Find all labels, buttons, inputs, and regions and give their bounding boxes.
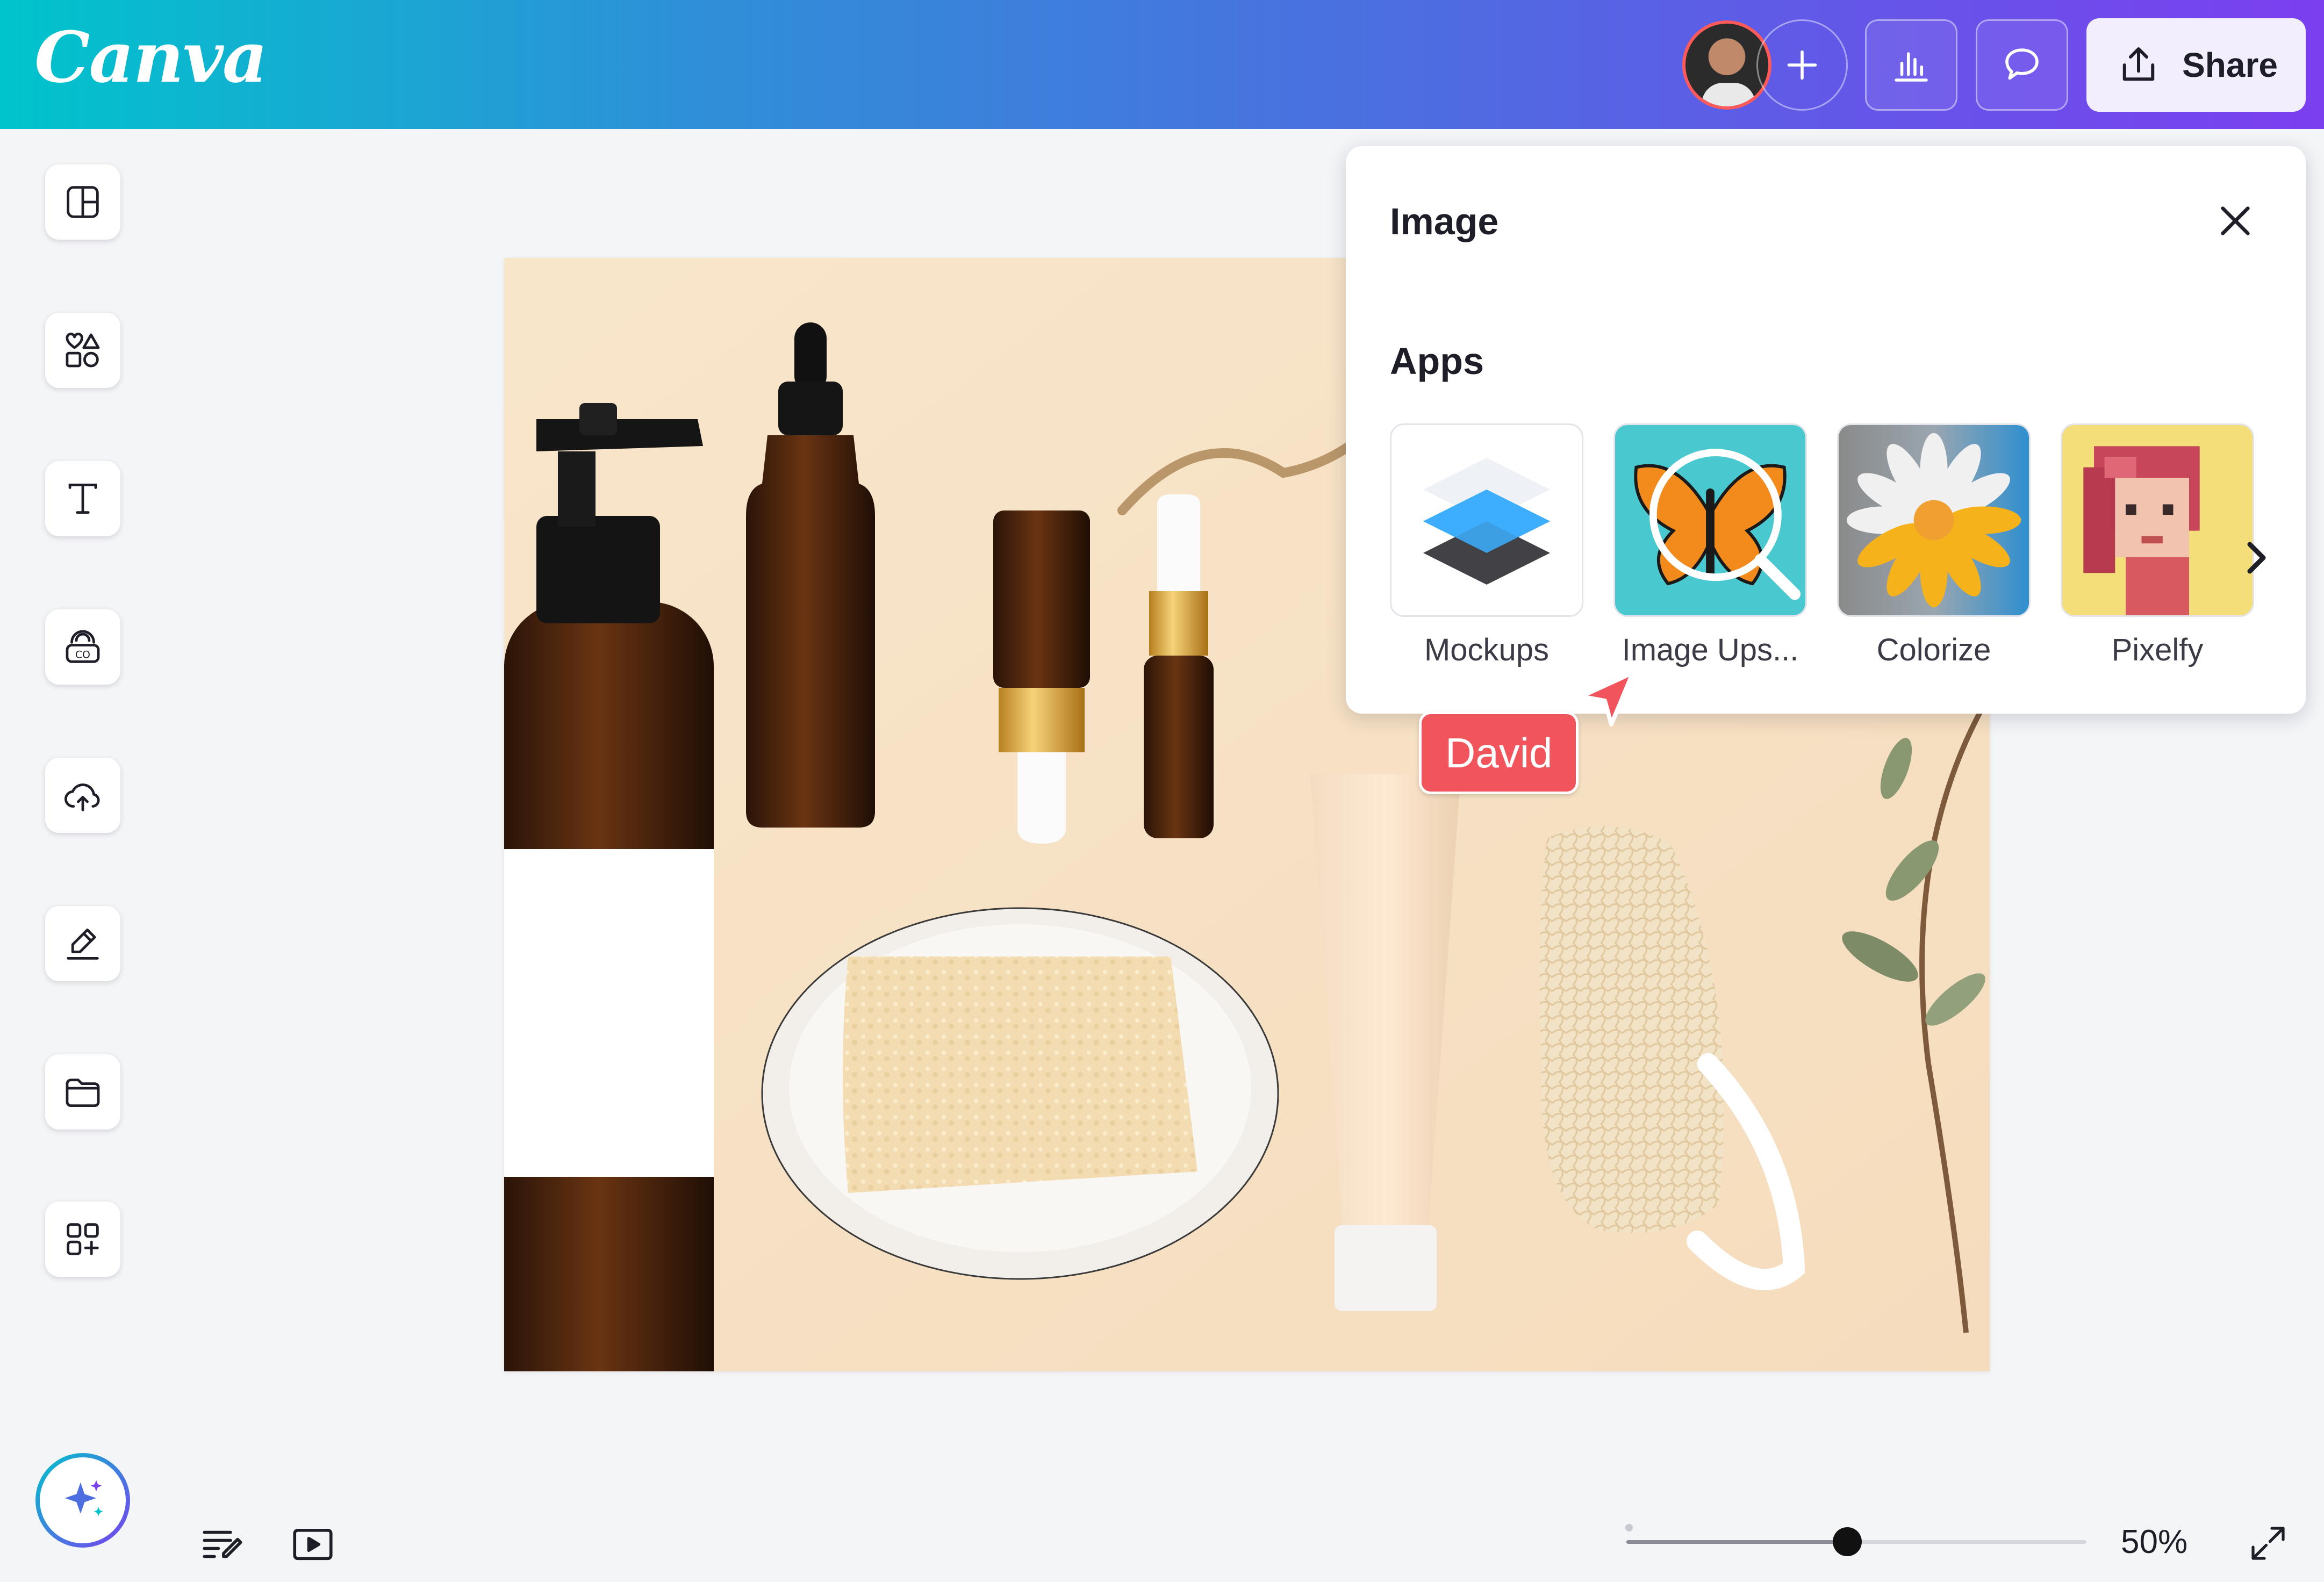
cloud-upload-icon [64,783,100,811]
colorize-app-icon [1837,423,2031,617]
top-bar: Canva Share [0,0,2324,129]
apps-section-heading: Apps [1390,340,1484,382]
comments-button[interactable] [1976,19,2068,111]
zoom-slider[interactable] [1625,1521,2086,1564]
insights-button[interactable] [1865,19,1957,111]
share-button[interactable]: Share [2086,18,2306,112]
notes-button[interactable] [196,1518,249,1571]
present-button[interactable] [286,1518,340,1571]
comment-icon [2005,48,2039,80]
apps-tool-button[interactable] [45,1202,120,1277]
next-apps-button[interactable] [2234,526,2277,590]
add-people-button[interactable] [1756,19,1848,111]
pixelfy-app-icon [2061,423,2254,617]
app-label: Image Ups... [1622,632,1799,667]
notes-icon [203,1530,242,1558]
zoom-level-label[interactable]: 50% [2121,1523,2187,1561]
close-icon [2221,206,2250,235]
layout-icon [67,186,99,218]
chevron-right-icon [2247,542,2266,574]
zoom-slider-fill [1626,1540,1847,1544]
folder-icon [66,1078,100,1108]
app-tile-pixelfy[interactable]: Pixelfy [2061,423,2254,668]
app-tile-image-upscaler[interactable]: Image Ups... [1613,423,1807,668]
app-tile-mockups[interactable]: Mockups [1390,423,1583,668]
text-tool-button[interactable] [45,461,120,536]
zoom-slider-min-dot [1625,1524,1633,1531]
draw-tool-button[interactable] [45,906,120,981]
pen-icon [67,928,99,960]
apps-grid-icon [67,1223,99,1255]
bar-chart-icon [1895,52,1928,82]
image-upscaler-app-icon [1613,423,1807,617]
close-panel-button[interactable] [2206,191,2265,250]
shapes-icon [66,333,100,368]
sparkle-icon [64,1480,103,1516]
upload-icon [2122,47,2155,81]
zoom-slider-handle[interactable] [1832,1527,1862,1556]
canva-logo[interactable]: Canva [34,16,268,98]
elements-tool-button[interactable] [45,313,120,388]
design-tool-button[interactable] [45,164,120,240]
app-label: Colorize [1876,632,1991,667]
canva-editor: Canva Share CO Image Apps Mockups Image … [0,0,2324,1582]
fullscreen-button[interactable] [2241,1516,2295,1570]
expand-icon [2251,1527,2285,1560]
projects-tool-button[interactable] [45,1054,120,1130]
share-label: Share [2182,46,2278,84]
play-icon [293,1528,333,1561]
plus-icon [1787,50,1817,80]
mockups-app-icon [1390,423,1583,617]
app-label: Mockups [1424,632,1550,667]
app-label: Pixelfy [2111,632,2204,667]
text-icon [68,483,97,514]
brand-icon: CO [66,630,100,663]
panel-title: Image [1390,200,1499,242]
magic-assistant-button[interactable] [35,1453,130,1548]
collaborator-cursor-icon [1579,671,1635,727]
svg-text:CO: CO [75,650,90,661]
image-apps-panel: Image Apps Mockups Image Ups... Colorize… [1346,146,2306,714]
uploads-tool-button[interactable] [45,758,120,833]
app-tile-colorize[interactable]: Colorize [1837,423,2031,668]
brand-tool-button[interactable]: CO [45,609,120,685]
collaborator-name-tag: David [1419,711,1579,794]
